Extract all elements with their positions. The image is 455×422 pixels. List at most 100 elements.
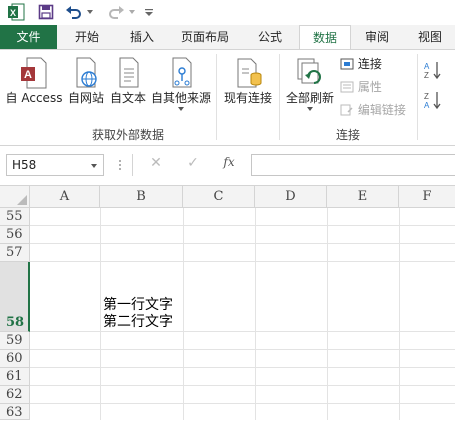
ribbon-separator	[279, 54, 280, 140]
existing-connections-button[interactable]: 现有连接	[220, 55, 276, 115]
properties-label: 属性	[357, 80, 382, 94]
from-text-button[interactable]: 自文本	[108, 55, 148, 115]
redo-icon[interactable]	[106, 2, 126, 22]
chevron-down-icon	[178, 107, 184, 111]
row-header-55[interactable]: 55	[0, 208, 30, 226]
save-icon[interactable]	[36, 2, 56, 22]
gridline	[183, 208, 184, 420]
customize-quick-access-icon[interactable]	[144, 2, 154, 22]
row-header-59[interactable]: 59	[0, 332, 30, 350]
undo-icon[interactable]	[64, 2, 84, 22]
sort-descending-button[interactable]: Z A	[423, 90, 445, 112]
connections-icon	[340, 58, 354, 70]
gridline	[327, 208, 328, 420]
group-label-connections: 连接	[336, 128, 361, 142]
gridline	[30, 331, 455, 332]
excel-logo-icon: X	[6, 2, 26, 22]
redo-dropdown-icon[interactable]	[128, 2, 136, 22]
row-header-60[interactable]: 60	[0, 350, 30, 368]
svg-text:X: X	[10, 8, 16, 18]
connections-label: 连接	[357, 57, 382, 71]
formula-input[interactable]	[251, 154, 455, 176]
tab-page-layout[interactable]: 页面布局	[172, 25, 238, 49]
row-header-61[interactable]: 61	[0, 368, 30, 386]
cell-b58-line2[interactable]: 第二行文字	[103, 314, 173, 331]
row-header-62[interactable]: 62	[0, 386, 30, 404]
insert-function-icon[interactable]: fx	[220, 155, 238, 175]
column-header-a[interactable]: A	[30, 186, 100, 208]
undo-dropdown-icon[interactable]	[86, 2, 94, 22]
connections-button[interactable]: 连接	[340, 55, 382, 73]
gridline	[30, 225, 455, 226]
formula-bar: H58 ✕ ✓ fx	[0, 146, 455, 186]
cell-b58-line1[interactable]: 第一行文字	[103, 297, 173, 314]
gridline	[399, 208, 400, 420]
refresh-all-button[interactable]: 全部刷新	[284, 55, 336, 115]
properties-icon	[340, 81, 354, 93]
row-header-57[interactable]: 57	[0, 244, 30, 262]
edit-links-button[interactable]: 编辑链接	[340, 101, 406, 119]
sort-descending-icon: Z A	[424, 92, 441, 110]
cancel-icon[interactable]: ✕	[147, 155, 165, 175]
gridline	[30, 403, 455, 404]
from-access-label: 自 Access	[5, 91, 63, 105]
other-sources-icon	[172, 57, 192, 88]
column-header-b[interactable]: B	[100, 186, 183, 208]
column-header-d[interactable]: D	[255, 186, 327, 208]
tab-formulas[interactable]: 公式	[245, 25, 295, 49]
gridline	[30, 385, 455, 386]
access-db-icon: A	[21, 57, 47, 89]
name-box[interactable]: H58	[6, 154, 104, 176]
gridline	[30, 261, 455, 262]
formula-bar-divider	[132, 154, 133, 176]
gridline	[255, 208, 256, 420]
sort-ascending-icon: A Z	[424, 62, 441, 80]
text-file-icon	[119, 57, 139, 88]
name-box-value: H58	[12, 158, 37, 172]
existing-connections-icon	[237, 58, 262, 88]
column-header-f[interactable]: F	[399, 186, 455, 208]
formula-bar-grip[interactable]	[118, 158, 122, 172]
row-header-63[interactable]: 63	[0, 404, 30, 420]
edit-links-icon	[340, 104, 353, 116]
sort-ascending-button[interactable]: A Z	[423, 60, 445, 82]
row-header-56[interactable]: 56	[0, 226, 30, 244]
gridline	[30, 349, 455, 350]
svg-text:Z: Z	[424, 71, 429, 80]
column-header-c[interactable]: C	[183, 186, 255, 208]
tab-file[interactable]: 文件	[0, 25, 57, 49]
edit-links-label: 编辑链接	[357, 103, 406, 117]
group-label-get-external-data: 获取外部数据	[92, 128, 165, 142]
from-other-sources-label: 自其他来源	[150, 91, 211, 105]
tab-data[interactable]: 数据	[299, 25, 351, 49]
row-header-58[interactable]: 58	[0, 262, 30, 332]
title-bar: X	[0, 0, 455, 25]
refresh-all-label: 全部刷新	[285, 91, 334, 105]
tab-insert[interactable]: 插入	[117, 25, 167, 49]
from-web-button[interactable]: 自网站	[66, 55, 106, 115]
chevron-down-icon	[307, 107, 313, 111]
worksheet-grid[interactable]: A B C D E F 55 56 57 58 59 60 61 62 63 第…	[0, 186, 455, 420]
svg-text:Z: Z	[424, 92, 429, 101]
from-web-label: 自网站	[67, 91, 104, 105]
svg-text:A: A	[424, 101, 430, 110]
tab-home[interactable]: 开始	[62, 25, 112, 49]
existing-connections-label: 现有连接	[223, 91, 272, 105]
tab-view[interactable]: 视图	[405, 25, 455, 49]
from-text-label: 自文本	[109, 91, 146, 105]
from-other-sources-button[interactable]: 自其他来源	[150, 55, 212, 115]
web-globe-icon	[76, 57, 97, 88]
column-header-e[interactable]: E	[327, 186, 399, 208]
gridline	[30, 367, 455, 368]
chevron-down-icon[interactable]	[90, 163, 98, 169]
ribbon-separator	[216, 54, 217, 140]
ribbon-separator	[417, 54, 418, 140]
properties-button[interactable]: 属性	[340, 78, 382, 96]
tab-review[interactable]: 审阅	[354, 25, 400, 49]
svg-text:A: A	[424, 62, 430, 71]
svg-text:A: A	[24, 69, 32, 81]
enter-icon[interactable]: ✓	[184, 155, 202, 175]
select-all-corner[interactable]	[0, 186, 30, 208]
gridline	[100, 208, 101, 420]
from-access-button[interactable]: A 自 Access	[4, 55, 64, 115]
